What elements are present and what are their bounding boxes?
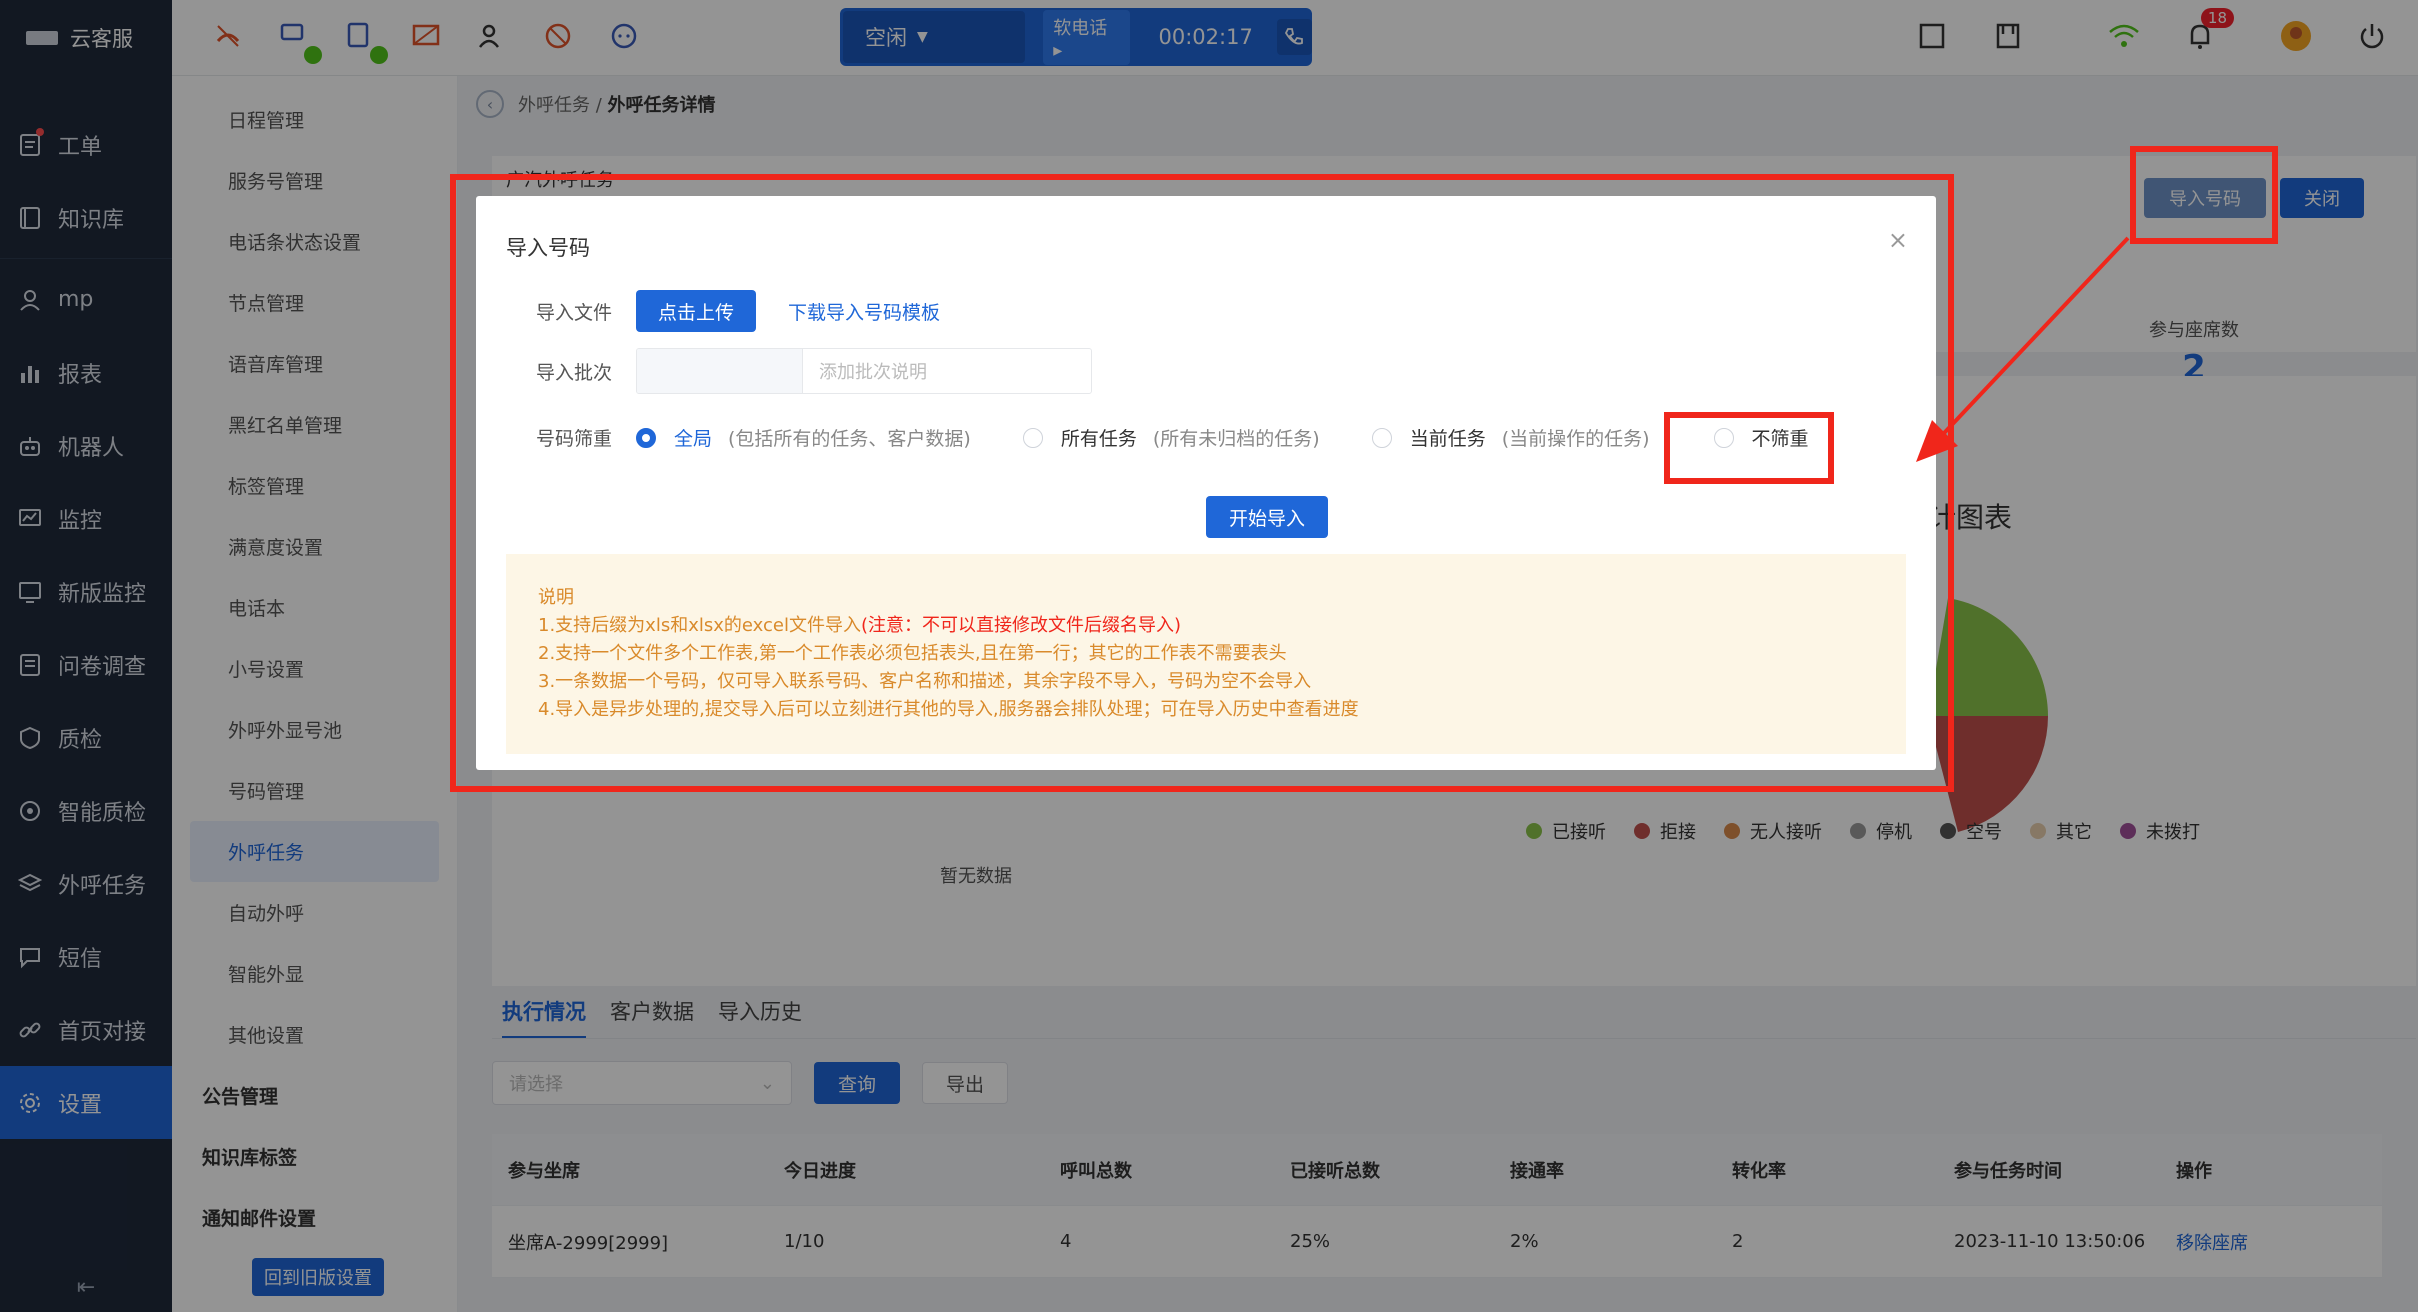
annotation-box-import-button (2130, 146, 2278, 244)
annotation-box-no-dedupe (1664, 412, 1834, 484)
